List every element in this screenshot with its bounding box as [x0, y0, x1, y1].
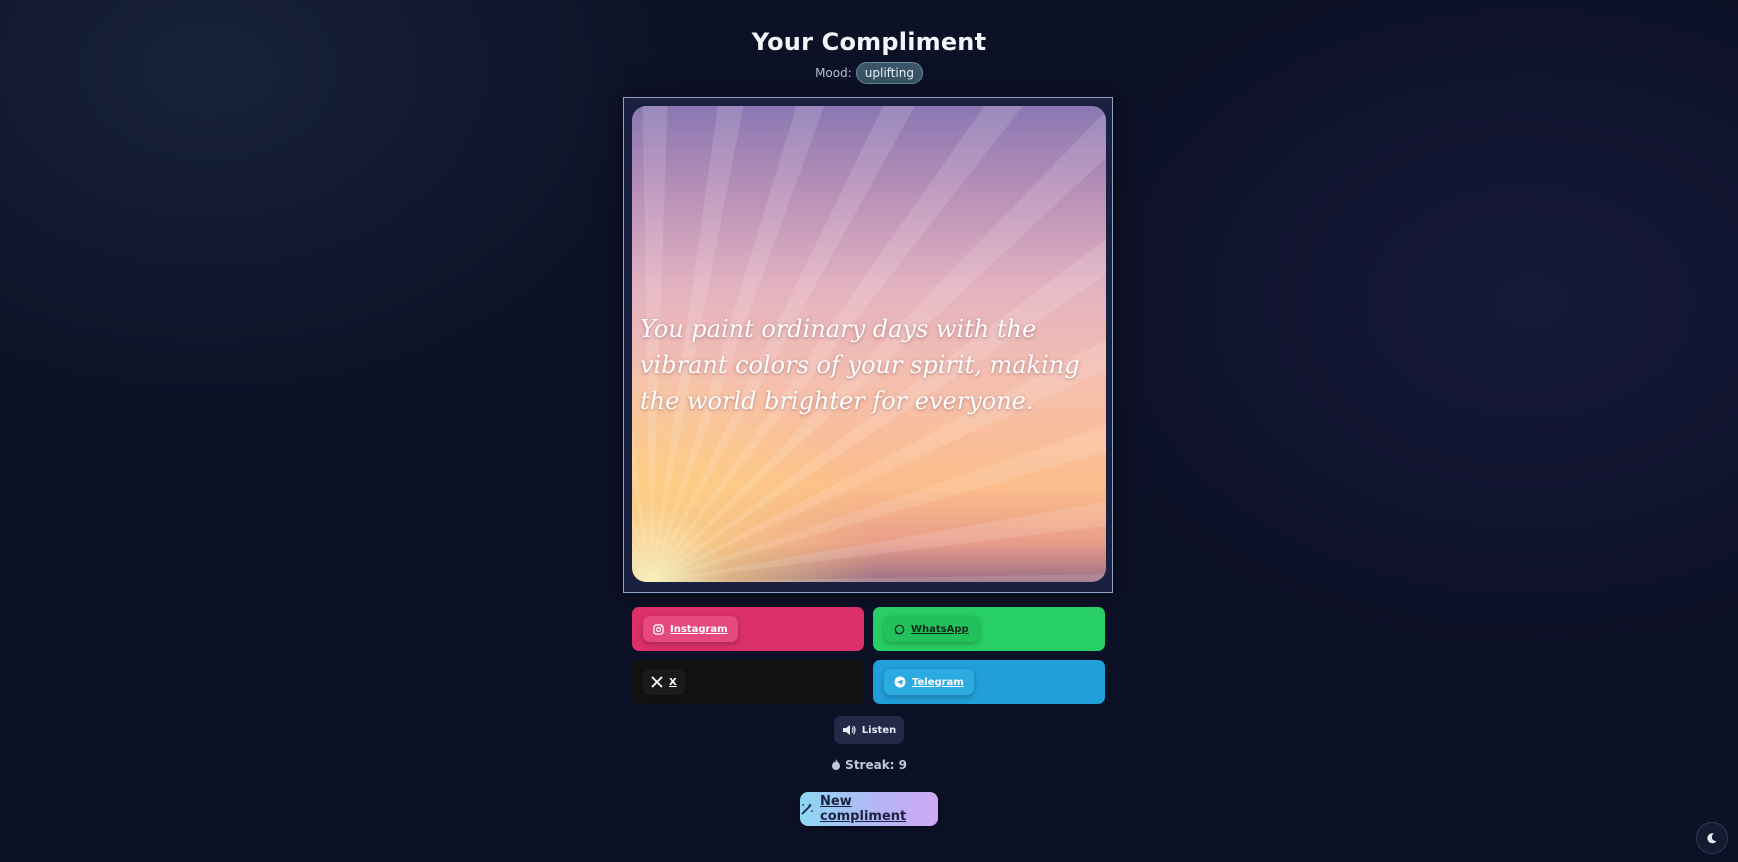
share-x-chip[interactable]: X — [643, 669, 685, 695]
share-whatsapp-chip[interactable]: WhatsApp — [884, 616, 979, 642]
share-instagram-chip[interactable]: Instagram — [643, 616, 738, 642]
whatsapp-icon — [894, 624, 905, 635]
listen-button[interactable]: Listen — [834, 716, 904, 744]
speaker-icon — [842, 724, 856, 736]
share-x-button[interactable]: X — [632, 660, 864, 704]
share-x-label: X — [669, 676, 677, 688]
mood-badge: uplifting — [855, 62, 923, 84]
share-instagram-label: Instagram — [670, 623, 728, 635]
share-telegram-chip[interactable]: Telegram — [884, 669, 974, 695]
share-telegram-label: Telegram — [912, 676, 964, 688]
flame-icon — [831, 758, 845, 772]
new-compliment-label: New compliment — [820, 794, 907, 824]
listen-label: Listen — [861, 724, 897, 736]
share-whatsapp-button[interactable]: WhatsApp — [873, 607, 1105, 651]
theme-toggle-button[interactable] — [1696, 822, 1728, 854]
compliment-card: You paint ordinary days with the vibrant… — [632, 106, 1106, 582]
streak-counter: Streak: 9 — [0, 758, 1738, 772]
telegram-icon — [894, 676, 906, 688]
new-compliment-button[interactable]: New compliment — [800, 792, 938, 826]
compliment-card-frame: You paint ordinary days with the vibrant… — [623, 97, 1113, 593]
magic-wand-icon — [800, 802, 814, 816]
mood-row: Mood: uplifting — [0, 62, 1738, 84]
mood-label: Mood: — [815, 66, 852, 80]
instagram-icon — [653, 623, 664, 635]
share-telegram-button[interactable]: Telegram — [873, 660, 1105, 704]
page-title: Your Compliment — [751, 28, 987, 56]
streak-label: Streak: 9 — [845, 758, 908, 772]
x-logo-icon — [651, 676, 663, 688]
moon-icon — [1706, 832, 1718, 844]
share-whatsapp-label: WhatsApp — [911, 623, 969, 635]
compliment-text: You paint ordinary days with the vibrant… — [640, 315, 1080, 415]
share-instagram-button[interactable]: Instagram — [632, 607, 864, 651]
